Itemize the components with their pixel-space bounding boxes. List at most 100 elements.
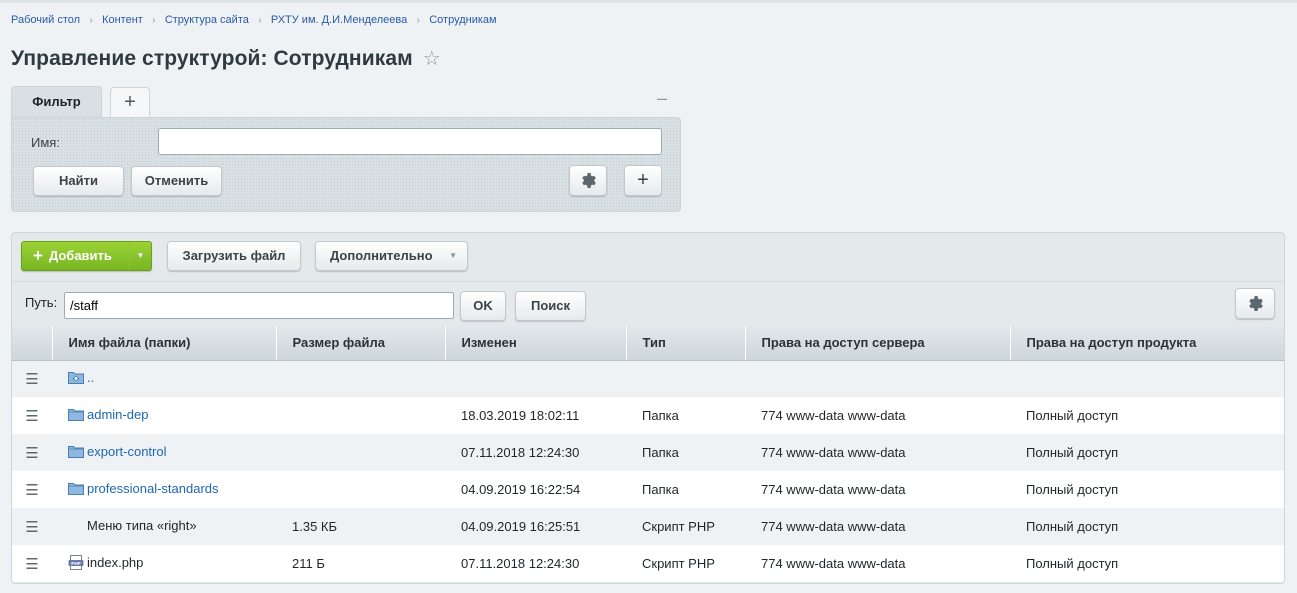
name-label: Имя: xyxy=(31,135,60,150)
file-name-link[interactable]: export-control xyxy=(87,444,166,459)
cell-product-rights: Полный доступ xyxy=(1026,519,1119,534)
cell-type: Папка xyxy=(642,408,679,423)
cell-product-rights: Полный доступ xyxy=(1026,445,1119,460)
cell-name: PHP index.php xyxy=(52,545,276,582)
path-input[interactable] xyxy=(64,292,454,319)
header-type[interactable]: Тип xyxy=(626,326,746,361)
folder-icon xyxy=(68,408,84,421)
cell-type: Папка xyxy=(642,445,679,460)
file-name[interactable]: Меню типа «right» xyxy=(87,518,197,533)
menu-file-icon xyxy=(68,519,84,532)
cell-server-rights: 774 www-data www-data xyxy=(761,519,906,534)
tab-filter[interactable]: Фильтр xyxy=(11,86,102,118)
upload-file-button[interactable]: Загрузить файл xyxy=(167,241,301,271)
breadcrumb-item-desktop[interactable]: Рабочий стол xyxy=(11,14,80,26)
table-row[interactable]: ☰ Меню типа «right» 1.35 КБ 04.09.2019 16:2… xyxy=(12,508,1284,545)
chevron-right-icon: › xyxy=(152,14,156,26)
chevron-down-icon[interactable]: ▼ xyxy=(129,242,151,270)
cell-modified: 07.11.2018 12:24:30 xyxy=(461,556,580,571)
cell-server-rights: 774 www-data www-data xyxy=(761,482,906,497)
add-button-label: Добавить xyxy=(48,248,112,263)
cell-modified: 04.09.2019 16:25:51 xyxy=(461,519,581,534)
gear-icon xyxy=(1248,296,1263,311)
header-size[interactable]: Размер файла xyxy=(276,326,446,361)
row-menu-icon[interactable]: ☰ xyxy=(12,397,52,434)
name-filter-input[interactable] xyxy=(158,128,662,155)
chevron-right-icon: › xyxy=(89,14,93,26)
cell-product-rights: Полный доступ xyxy=(1026,556,1119,571)
breadcrumb-item-staff[interactable]: Сотрудникам xyxy=(429,14,496,26)
more-button-label: Дополнительно xyxy=(330,248,433,263)
filter-panel: Имя: Найти Отменить + xyxy=(11,117,681,212)
collapse-filter-icon[interactable]: – xyxy=(655,89,669,107)
table-row[interactable]: ☰ export-control 07.11.2018 12:24:30 Папка 7… xyxy=(12,434,1284,471)
plus-icon: + xyxy=(33,246,43,265)
filter-settings-button[interactable] xyxy=(569,165,607,196)
breadcrumb-item-content[interactable]: Контент xyxy=(102,14,143,26)
header-modified[interactable]: Изменен xyxy=(445,326,627,361)
chevron-down-icon: ▼ xyxy=(449,251,457,260)
table-header-row: Имя файла (папки) Размер файла Изменен Т… xyxy=(12,326,1284,361)
cell-size xyxy=(276,471,445,508)
file-name-link[interactable]: .. xyxy=(87,370,94,385)
header-server-rights[interactable]: Права на доступ сервера xyxy=(745,326,1011,361)
cell-modified: 07.11.2018 12:24:30 xyxy=(461,445,580,460)
table-row[interactable]: ☰ admin-dep 18.03.2019 18:02:11 Папка 774 ww… xyxy=(12,397,1284,434)
more-button[interactable]: Дополнительно ▼ xyxy=(315,241,468,271)
add-button[interactable]: + Добавить ▼ xyxy=(21,241,152,271)
folder-icon xyxy=(68,482,84,495)
cell-name: professional-standards xyxy=(52,471,276,508)
cell-name: Меню типа «right» xyxy=(52,508,276,545)
row-menu-icon[interactable]: ☰ xyxy=(12,545,52,582)
cell-server-rights: 774 www-data www-data xyxy=(761,408,906,423)
cell-modified: 18.03.2019 18:02:11 xyxy=(461,408,580,423)
file-table: Имя файла (папки) Размер файла Изменен Т… xyxy=(12,326,1284,582)
add-filter-tab-button[interactable]: + xyxy=(110,87,150,117)
folder-icon xyxy=(68,445,84,458)
gear-icon xyxy=(581,173,596,188)
cell-server-rights: 774 www-data www-data xyxy=(761,445,906,460)
cell-product-rights: Полный доступ xyxy=(1026,482,1119,497)
cell-product-rights xyxy=(1010,360,1284,397)
row-menu-icon[interactable]: ☰ xyxy=(12,360,52,397)
row-menu-icon[interactable]: ☰ xyxy=(12,471,52,508)
find-button[interactable]: Найти xyxy=(33,166,124,196)
folder-up-icon xyxy=(68,371,84,385)
file-name[interactable]: index.php xyxy=(87,555,143,570)
star-icon[interactable]: ☆ xyxy=(423,46,441,71)
svg-text:PHP: PHP xyxy=(71,560,80,565)
breadcrumb-item-structure[interactable]: Структура сайта xyxy=(165,14,249,26)
table-row[interactable]: ☰.. xyxy=(12,360,1284,397)
add-filter-field-button[interactable]: + xyxy=(624,165,662,196)
file-list-panel: + Добавить ▼ Загрузить файл Дополнительно… xyxy=(11,232,1285,584)
table-row[interactable]: ☰ PHP index.php 211 Б 07.11.2018 12:24:30 Скр… xyxy=(12,545,1284,582)
cell-modified xyxy=(445,360,626,397)
row-menu-icon[interactable]: ☰ xyxy=(12,508,52,545)
path-label: Путь: xyxy=(25,295,58,310)
ok-button[interactable]: OK xyxy=(460,291,506,321)
cell-type: Папка xyxy=(642,482,679,497)
header-name[interactable]: Имя файла (папки) xyxy=(52,326,277,361)
header-product-rights[interactable]: Права на доступ продукта xyxy=(1010,326,1284,361)
search-button[interactable]: Поиск xyxy=(515,291,586,321)
path-row: Путь: OK Поиск xyxy=(12,281,1284,326)
chevron-right-icon: › xyxy=(416,14,420,26)
plus-icon: + xyxy=(637,169,649,191)
cancel-button[interactable]: Отменить xyxy=(131,166,222,196)
page-title-row: Управление структурой: Сотрудникам ☆ xyxy=(11,46,441,71)
cell-product-rights: Полный доступ xyxy=(1026,408,1119,423)
breadcrumb-item-site[interactable]: РХТУ им. Д.И.Менделеева xyxy=(271,14,407,26)
list-settings-button[interactable] xyxy=(1235,288,1275,319)
file-name-link[interactable]: admin-dep xyxy=(87,407,148,422)
cell-server-rights: 774 www-data www-data xyxy=(761,556,906,571)
cell-type: Скрипт PHP xyxy=(642,519,715,534)
cell-modified: 04.09.2019 16:22:54 xyxy=(461,482,581,497)
header-handle xyxy=(12,326,53,361)
file-name-link[interactable]: professional-standards xyxy=(87,481,219,496)
cell-server-rights xyxy=(745,360,1010,397)
cell-size xyxy=(276,397,445,434)
row-menu-icon[interactable]: ☰ xyxy=(12,434,52,471)
cell-type xyxy=(626,360,745,397)
page-title: Управление структурой: Сотрудникам xyxy=(11,46,413,70)
table-row[interactable]: ☰ professional-standards 04.09.2019 16:22:… xyxy=(12,471,1284,508)
